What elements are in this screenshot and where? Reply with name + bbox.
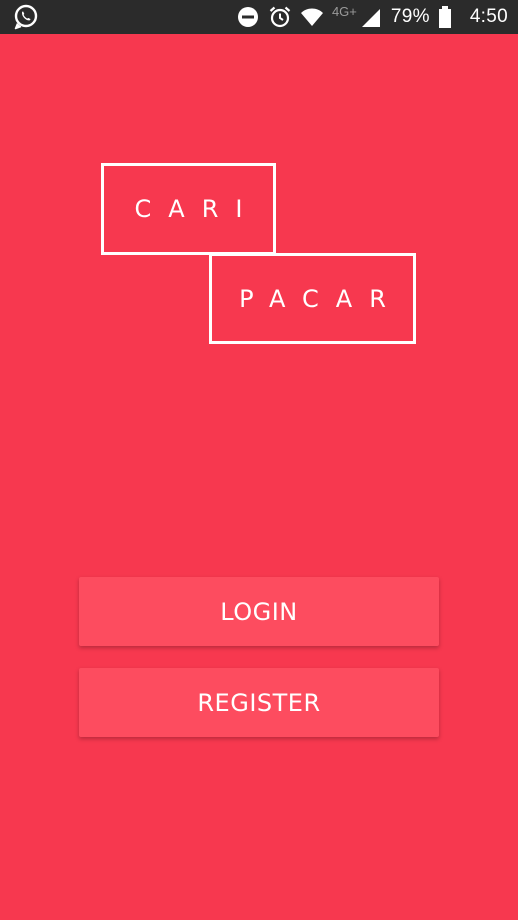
network-type-label: 4G+ <box>331 3 357 19</box>
register-button[interactable]: REGISTER <box>79 668 439 737</box>
alarm-icon <box>268 5 292 29</box>
battery-icon <box>438 5 452 29</box>
login-button[interactable]: LOGIN <box>79 577 439 646</box>
clock-time: 4:50 <box>469 6 508 27</box>
wifi-icon <box>300 5 324 29</box>
logo-word-pacar: PACAR <box>209 253 416 344</box>
battery-percent: 79% <box>390 6 430 27</box>
whatsapp-icon <box>12 4 40 30</box>
cell-signal-icon <box>359 5 383 29</box>
do-not-disturb-icon <box>236 5 260 29</box>
status-bar: 4G+ 79% 4:50 <box>0 0 518 34</box>
logo-word-cari: CARI <box>101 163 276 255</box>
